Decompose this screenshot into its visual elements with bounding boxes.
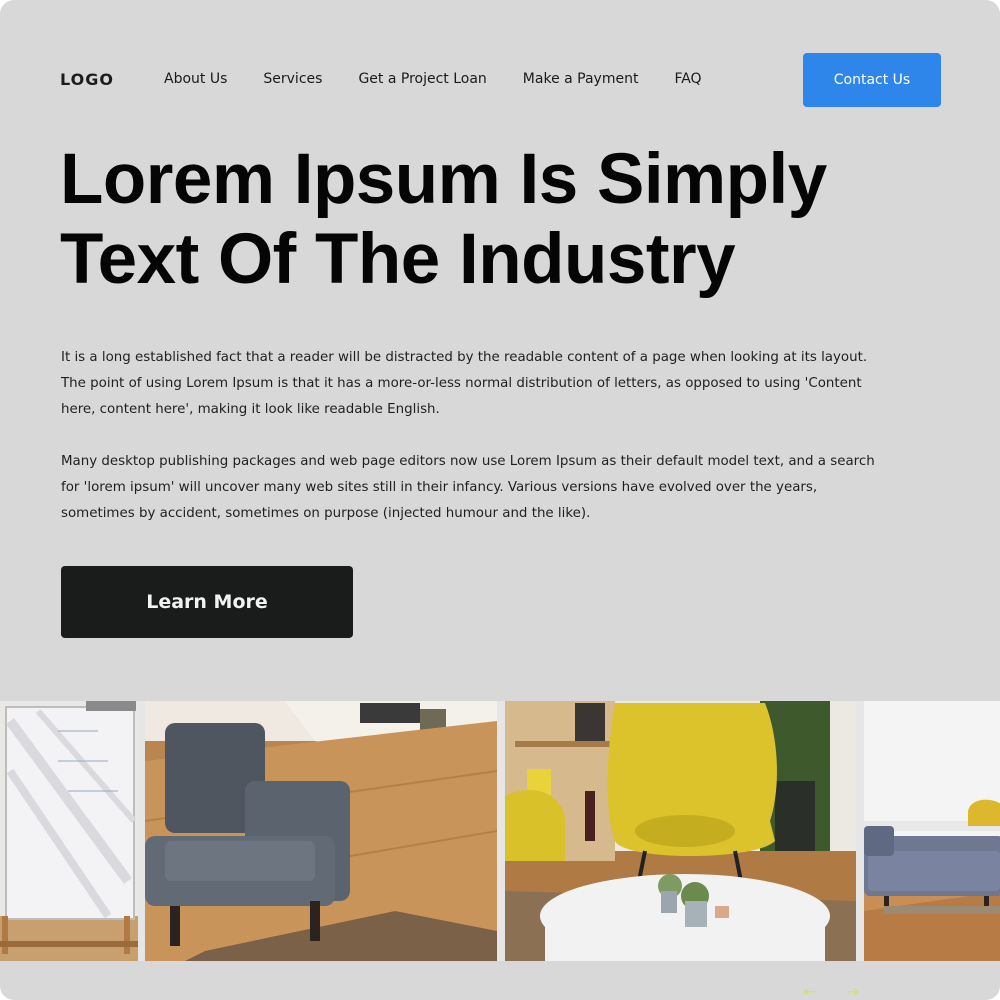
hero-title: Lorem Ipsum Is Simply Text Of The Indust… <box>60 140 827 299</box>
learn-more-button[interactable]: Learn More <box>61 566 353 638</box>
gallery-nav: ← → <box>803 984 859 1000</box>
whiteboard-photo <box>0 701 138 961</box>
gray-sofa-photo <box>864 701 1000 961</box>
hero-paragraph-1: It is a long established fact that a rea… <box>61 350 868 417</box>
hero-paragraph-2: Many desktop publishing packages and web… <box>61 454 875 521</box>
logo[interactable]: LOGO <box>60 70 114 89</box>
nav-link-faq[interactable]: FAQ <box>674 71 701 87</box>
arrow-left-icon[interactable]: ← <box>803 984 816 1000</box>
site-header: LOGO About Us Services Get a Project Loa… <box>0 0 1000 160</box>
main-nav: About Us Services Get a Project Loan Mak… <box>164 71 738 87</box>
nav-link-services[interactable]: Services <box>263 71 322 87</box>
gray-armchair-photo <box>145 701 497 961</box>
contact-us-button[interactable]: Contact Us <box>803 53 941 107</box>
image-gallery <box>0 701 1000 961</box>
nav-link-project-loan[interactable]: Get a Project Loan <box>358 71 486 87</box>
landing-page: LOGO About Us Services Get a Project Loa… <box>0 0 1000 1000</box>
nav-link-about-us[interactable]: About Us <box>164 71 227 87</box>
arrow-right-icon[interactable]: → <box>846 984 859 1000</box>
yellow-chair-photo <box>505 701 856 961</box>
nav-link-make-payment[interactable]: Make a Payment <box>523 71 639 87</box>
